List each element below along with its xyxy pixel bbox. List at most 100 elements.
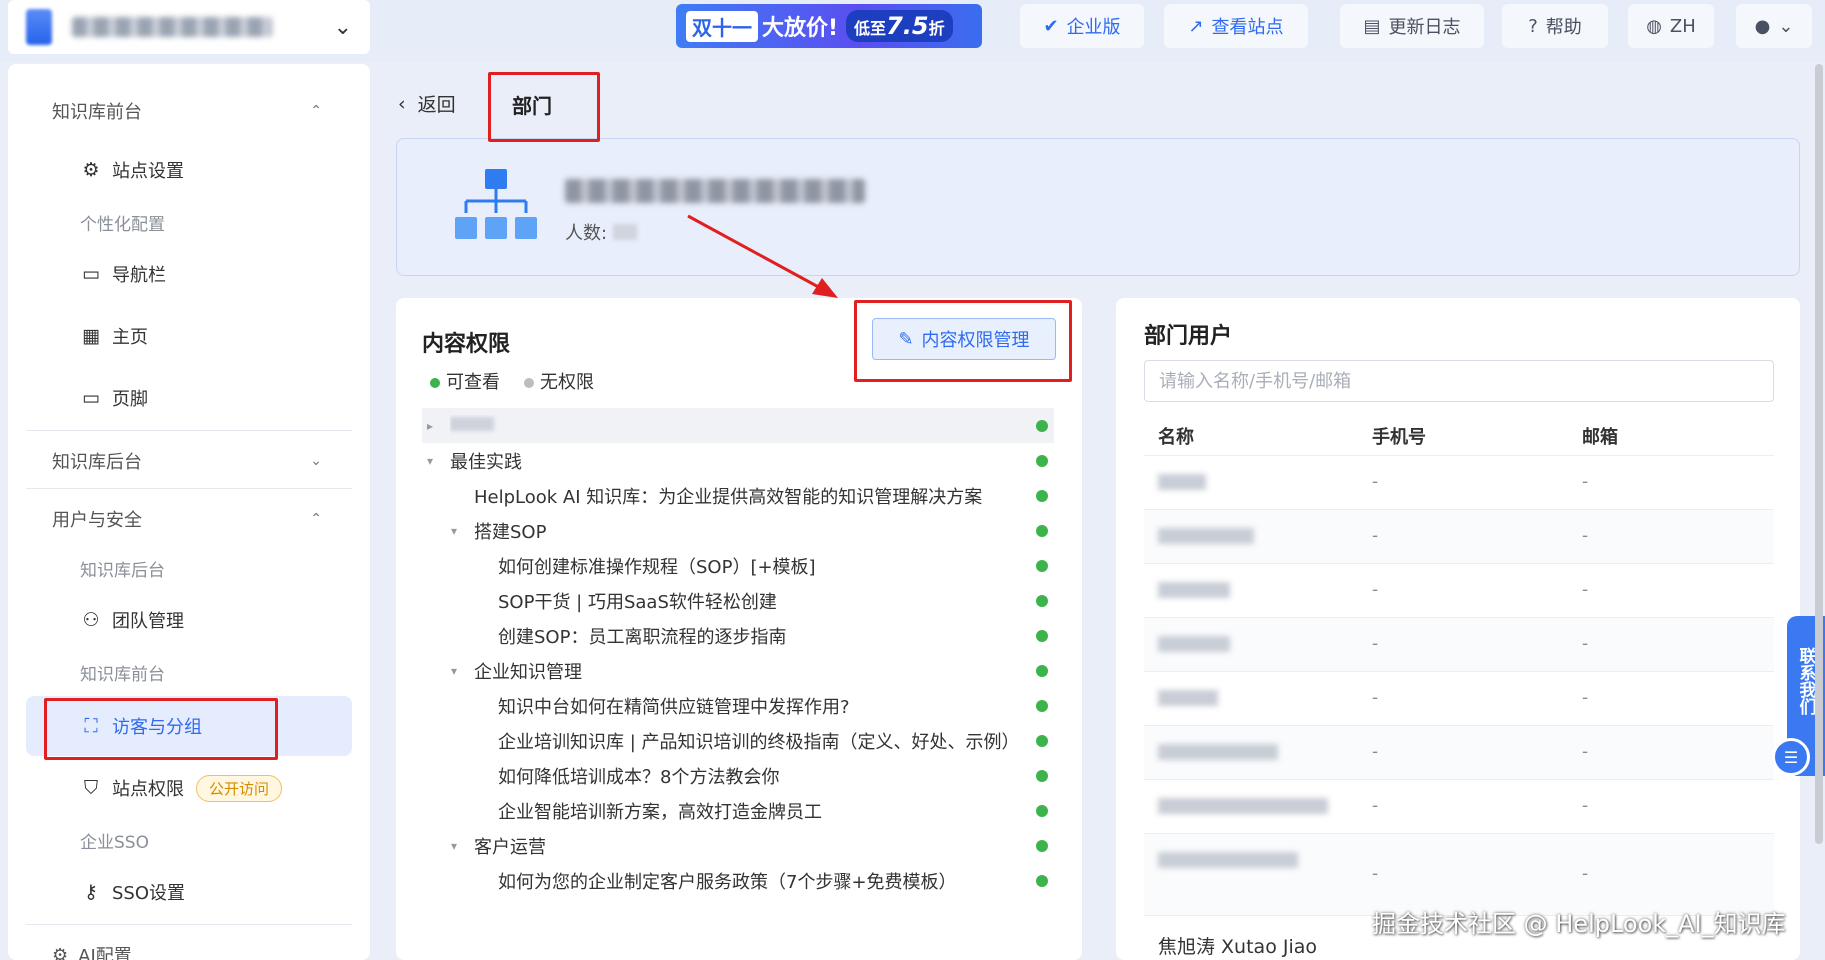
org-tree-icon (455, 169, 537, 239)
caret-down-icon: ▾ (450, 838, 458, 853)
tree-row[interactable]: ▾ 客户运营 (422, 828, 1054, 863)
workspace-name-blurred (72, 17, 272, 37)
content-permission-title: 内容权限 (422, 332, 511, 357)
workspace-logo (26, 9, 52, 45)
help-button[interactable]: ? 帮助 (1502, 4, 1608, 48)
sidebar-item-sso-settings[interactable]: ⚷ SSO设置 (26, 868, 352, 916)
footer-icon: ▭ (82, 387, 100, 409)
document-icon: ▤ (1363, 15, 1381, 37)
user-search-input[interactable] (1144, 360, 1774, 402)
tree-row[interactable]: 创建SOP：员工离职流程的逐步指南 (422, 618, 1054, 653)
layout-icon: ▦ (82, 325, 100, 347)
chevron-left-icon: ‹ (398, 92, 406, 115)
tree-row[interactable]: 如何为您的企业制定客户服务政策（7个步骤+免费模板） (422, 863, 1054, 898)
table-row[interactable]: - - (1144, 564, 1774, 618)
user-menu-button[interactable]: ● ⌄ (1736, 4, 1812, 48)
table-row[interactable]: - - (1144, 618, 1774, 672)
chevron-down-icon: ⌄ (1778, 15, 1794, 37)
annotation-box-manage-button (854, 300, 1072, 382)
tree-row[interactable]: 如何创建标准操作规程（SOP）[+模板] (422, 548, 1054, 583)
user-icon: ● (1754, 15, 1771, 37)
chevron-up-icon: ⌃ (310, 511, 322, 527)
key-icon: ⚷ (84, 881, 98, 903)
promo-banner[interactable]: 双十一 大放价! 低至7.5折 (676, 4, 982, 48)
name-blurred (1158, 690, 1218, 706)
legend-no-permission: 无权限 (524, 368, 594, 394)
tree-row[interactable]: SOP干货 | 巧用SaaS软件轻松创建 (422, 583, 1054, 618)
public-access-badge: 公开访问 (196, 774, 283, 802)
department-member-count: 人数: (565, 219, 638, 245)
column-header-phone: 手机号 (1372, 427, 1426, 448)
name-blurred (1158, 798, 1328, 814)
users-table-header (1144, 412, 1774, 456)
top-bar: ⌄ 双十一 大放价! 低至7.5折 ✔ 企业版 ↗ 查看站点 ▤ 更新日志 ? … (0, 0, 1825, 62)
green-dot-icon (1036, 559, 1048, 572)
sidebar-group-ai-config[interactable]: ⚙ AI配置 (26, 930, 352, 960)
tree-row[interactable]: 如何降低培训成本？8个方法教会你 (422, 758, 1054, 793)
legend-viewable: 可查看 (430, 368, 500, 394)
tree-row[interactable]: 知识中台如何在精简供应链管理中发挥作用? (422, 688, 1054, 723)
enterprise-button[interactable]: ✔ 企业版 (1020, 4, 1144, 48)
back-link[interactable]: ‹ 返回 (398, 90, 456, 117)
department-users-title: 部门用户 (1144, 324, 1233, 349)
check-circle-icon: ✔ (1043, 15, 1059, 37)
department-users-panel: 部门用户 名称 手机号 邮箱 - - - - - - - - - - - - -… (1116, 298, 1800, 960)
content-permission-panel: 内容权限 可查看 无权限 ✎ 内容权限管理 ▸ ▾ 最佳实践 HelpLook … (396, 298, 1082, 960)
tree-row[interactable]: HelpLook AI 知识库：为企业提供高效智能的知识管理解决方案 (422, 478, 1054, 513)
chevron-up-icon: ⌃ (310, 103, 322, 119)
tree-row[interactable]: ▾ 搭建SOP (422, 513, 1054, 548)
chevron-down-icon: ⌄ (310, 453, 322, 469)
caret-down-icon: ▾ (450, 663, 458, 678)
green-dot-icon (1036, 874, 1048, 887)
name-blurred (1158, 528, 1254, 544)
scrollbar[interactable] (1815, 64, 1823, 844)
changelog-button[interactable]: ▤ 更新日志 (1340, 4, 1484, 48)
sidebar-item-site-settings[interactable]: ⚙ 站点设置 (26, 146, 352, 194)
department-card: 人数: (396, 138, 1800, 276)
sidebar: 知识库前台 ⌃ ⚙ 站点设置 个性化配置 ▭ 导航栏 ▦ 主页 ▭ 页脚 知识库… (8, 64, 370, 960)
sidebar-item-footer[interactable]: ▭ 页脚 (26, 374, 352, 422)
green-dot-icon (1036, 454, 1048, 467)
sidebar-group-user-security[interactable]: 用户与安全 ⌃ (26, 494, 352, 544)
caret-down-icon: ▾ (450, 523, 458, 538)
annotation-box-breadcrumb (488, 72, 600, 142)
green-dot-icon (1036, 734, 1048, 747)
sidebar-group-backend[interactable]: 知识库后台 ⌄ (26, 436, 352, 486)
table-row[interactable]: - - (1144, 672, 1774, 726)
sidebar-subheading-personalize: 个性化配置 (80, 214, 165, 235)
table-row[interactable]: - - (1144, 780, 1774, 834)
tree-row[interactable]: 企业培训知识库 | 产品知识培训的终极指南（定义、好处、示例） (422, 723, 1054, 758)
tree-row[interactable]: ▸ (422, 408, 1054, 443)
sidebar-divider (26, 488, 352, 489)
shield-icon: ⛉ (83, 777, 99, 799)
tree-row[interactable]: ▾ 企业知识管理 (422, 653, 1054, 688)
tree-row[interactable]: ▾ 最佳实践 (422, 443, 1054, 478)
green-dot-icon (1036, 664, 1048, 677)
chevron-down-icon: ⌄ (333, 14, 352, 40)
promo-part2: 大放价! (762, 16, 839, 41)
chat-icon[interactable]: ☰ (1772, 738, 1810, 776)
gear-icon: ⚙ (82, 159, 100, 181)
tree-row[interactable]: 企业智能培训新方案，高效打造金牌员工 (422, 793, 1054, 828)
caret-down-icon: ▾ (426, 453, 434, 468)
department-name-blurred (565, 179, 865, 203)
sidebar-item-navbar[interactable]: ▭ 导航栏 (26, 250, 352, 298)
view-site-button[interactable]: ↗ 查看站点 (1164, 4, 1308, 48)
language-button[interactable]: ◍ ZH (1628, 4, 1714, 48)
table-row[interactable]: - - (1144, 456, 1774, 510)
gray-dot-icon (524, 378, 534, 388)
green-dot-icon (1036, 489, 1048, 502)
name-blurred (1158, 852, 1298, 868)
sidebar-item-site-permission[interactable]: ⛉ 站点权限 公开访问 (26, 764, 352, 812)
sidebar-subheading-backend: 知识库后台 (80, 560, 165, 581)
workspace-switcher[interactable]: ⌄ (8, 0, 370, 54)
team-icon: ⚇ (82, 609, 100, 631)
sidebar-item-homepage[interactable]: ▦ 主页 (26, 312, 352, 360)
table-row[interactable]: - - (1144, 510, 1774, 564)
name-blurred (1158, 474, 1206, 490)
sidebar-item-team-manage[interactable]: ⚇ 团队管理 (26, 596, 352, 644)
table-row[interactable]: - - (1144, 726, 1774, 780)
sidebar-group-frontend[interactable]: 知识库前台 ⌃ (26, 86, 352, 136)
watermark: 掘金技术社区 @ HelpLook_AI_知识库 (1372, 910, 1786, 938)
name-blurred (1158, 744, 1278, 760)
